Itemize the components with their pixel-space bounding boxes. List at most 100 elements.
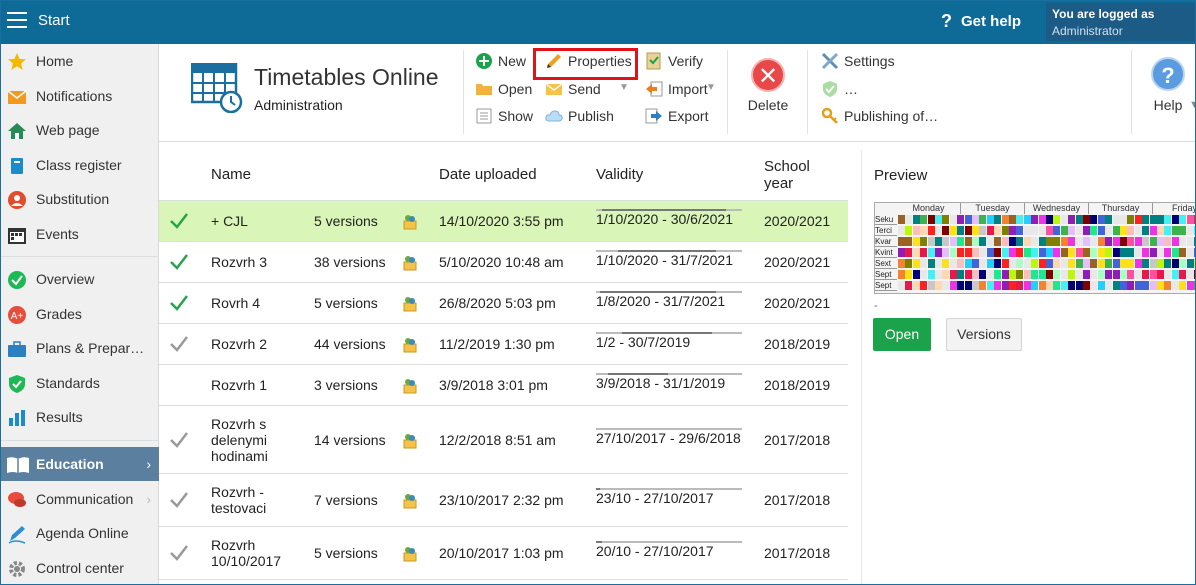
timetable-thumbnail[interactable]: Monday Tuesday Wednesday Thursday Friday… bbox=[874, 202, 1195, 294]
class-label: Seku bbox=[875, 214, 897, 225]
timetable-cell bbox=[1083, 226, 1090, 235]
timetable-cell bbox=[1068, 281, 1076, 290]
header-name[interactable]: Name bbox=[211, 166, 251, 183]
user-info[interactable]: You are logged as Administrator bbox=[1046, 3, 1195, 41]
sidebar-item-agenda-online[interactable]: Agenda Online bbox=[1, 516, 159, 550]
sidebar-item-plans[interactable]: Plans & Prepar… bbox=[1, 331, 159, 365]
timetable-cell bbox=[1016, 259, 1024, 268]
row-versions[interactable]: 3 versions bbox=[314, 377, 378, 393]
table-row[interactable]: Rozvrh 1 3 versions 3/9/2018 3:01 pm 3/9… bbox=[159, 365, 848, 406]
show-button[interactable]: Show bbox=[475, 107, 533, 125]
help-dropdown-arrow-icon[interactable]: ▼ bbox=[1189, 99, 1195, 111]
timetable-cell bbox=[1105, 215, 1113, 224]
users-icon[interactable] bbox=[401, 335, 419, 353]
class-label: Sext bbox=[875, 258, 897, 269]
sidebar-item-web-page[interactable]: Web page bbox=[1, 113, 159, 147]
timetable-cell bbox=[1068, 237, 1076, 246]
row-name: Rozvrh 3 bbox=[211, 254, 268, 270]
table-row[interactable]: Rovrh 4 5 versions 26/8/2020 5:03 pm 1/8… bbox=[159, 283, 848, 324]
row-versions[interactable]: 5 versions bbox=[314, 295, 378, 311]
new-button[interactable]: New bbox=[475, 52, 526, 70]
timetable-cell bbox=[905, 259, 913, 268]
users-icon[interactable] bbox=[401, 294, 419, 312]
table-row[interactable]: Rozvrh - testovaci 7 versions 23/10/2017… bbox=[159, 474, 848, 527]
timetable-cell bbox=[1134, 215, 1142, 224]
security-label: … bbox=[844, 81, 858, 97]
users-icon[interactable] bbox=[401, 253, 419, 271]
sidebar-item-communication[interactable]: Communication › bbox=[1, 482, 159, 516]
row-versions[interactable]: 5 versions bbox=[314, 545, 378, 561]
delete-button[interactable]: ✕ Delete bbox=[747, 58, 789, 113]
timetable-cell bbox=[1053, 281, 1061, 290]
sidebar-item-substitution[interactable]: Substitution bbox=[1, 182, 159, 216]
timetable-cell bbox=[1090, 259, 1098, 268]
timetable-cell bbox=[1186, 226, 1194, 235]
export-button[interactable]: Export bbox=[645, 107, 708, 125]
row-versions[interactable]: 7 versions bbox=[314, 492, 378, 508]
sidebar-item-control-center[interactable]: Control center bbox=[1, 551, 159, 584]
users-icon[interactable] bbox=[401, 491, 419, 509]
row-versions[interactable]: 38 versions bbox=[314, 254, 386, 270]
table-row[interactable]: Rozvrh 2 44 versions 11/2/2019 1:30 pm 1… bbox=[159, 324, 848, 365]
publishing-button[interactable]: Publishing of… bbox=[821, 107, 938, 125]
sidebar-item-notifications[interactable]: Notifications bbox=[1, 79, 159, 113]
header-school-year[interactable]: School year bbox=[764, 158, 810, 192]
table-row[interactable]: Rozvrh 10/10/2017 5 versions 20/10/2017 … bbox=[159, 527, 848, 580]
timetable-cell bbox=[964, 281, 972, 290]
timetable-cell bbox=[994, 270, 1002, 279]
row-name: Rozvrh 1 bbox=[211, 377, 268, 393]
timetable-cell bbox=[1127, 215, 1135, 224]
verify-button[interactable]: Verify bbox=[645, 52, 703, 70]
row-versions[interactable]: 14 versions bbox=[314, 432, 386, 448]
sidebar-item-class-register[interactable]: Class register bbox=[1, 148, 159, 182]
start-link[interactable]: Start bbox=[38, 12, 70, 29]
menu-icon[interactable] bbox=[7, 12, 27, 28]
timetable-cell bbox=[1157, 248, 1164, 257]
sidebar-item-home[interactable]: Home bbox=[1, 44, 159, 78]
shield-icon bbox=[9, 375, 25, 393]
timetable-cell bbox=[1157, 215, 1164, 224]
header-date-uploaded[interactable]: Date uploaded bbox=[439, 166, 537, 183]
sidebar-item-standards[interactable]: Standards bbox=[1, 366, 159, 400]
timetable-logo-icon bbox=[191, 63, 243, 113]
users-icon[interactable] bbox=[401, 431, 419, 449]
help-button[interactable]: ? Help bbox=[1151, 57, 1185, 113]
timetable-cell bbox=[1157, 270, 1164, 279]
table-row[interactable]: + CJL 5 versions 14/10/2020 3:55 pm 1/10… bbox=[159, 201, 848, 242]
timetable-cell bbox=[986, 270, 994, 279]
settings-button[interactable]: Settings bbox=[821, 52, 895, 70]
users-icon[interactable] bbox=[401, 212, 419, 230]
sidebar-item-results[interactable]: Results bbox=[1, 400, 159, 434]
import-dropdown-arrow-icon[interactable]: ▼ bbox=[706, 82, 716, 93]
users-icon[interactable] bbox=[401, 544, 419, 562]
timetable-cell bbox=[1097, 248, 1105, 257]
get-help-button[interactable]: ? Get help bbox=[941, 11, 1021, 32]
timetable-cell bbox=[1097, 226, 1105, 235]
send-button[interactable]: Send bbox=[545, 80, 601, 98]
security-button[interactable]: … bbox=[821, 80, 858, 98]
sidebar-item-grades[interactable]: A+ Grades bbox=[1, 297, 159, 331]
row-school-year: 2017/2018 bbox=[764, 432, 831, 448]
open-button[interactable]: Open bbox=[475, 80, 532, 98]
sidebar-item-education[interactable]: Education › bbox=[1, 447, 159, 481]
versions-button[interactable]: Versions bbox=[946, 318, 1022, 351]
publish-button[interactable]: Publish bbox=[545, 107, 614, 125]
table-row[interactable]: Rozvrh 3 38 versions 5/10/2020 10:48 am … bbox=[159, 242, 848, 283]
open-button[interactable]: Open bbox=[873, 318, 931, 351]
sidebar-item-events[interactable]: Events bbox=[1, 217, 159, 251]
sidebar-item-label: Home bbox=[36, 53, 74, 69]
timetable-cell bbox=[1053, 226, 1061, 235]
timetable-cell bbox=[986, 215, 994, 224]
row-versions[interactable]: 5 versions bbox=[314, 213, 378, 229]
timetable-cell bbox=[1083, 237, 1090, 246]
timetable-cell bbox=[942, 215, 950, 224]
users-icon[interactable] bbox=[401, 376, 419, 394]
import-button[interactable]: Import bbox=[645, 80, 708, 98]
table-row[interactable]: Rozvrh s delenymi hodinami 14 versions 1… bbox=[159, 406, 848, 474]
row-versions[interactable]: 44 versions bbox=[314, 336, 386, 352]
class-label: Kvar bbox=[875, 236, 897, 247]
send-dropdown-arrow-icon[interactable]: ▼ bbox=[619, 82, 629, 93]
sidebar-item-overview[interactable]: Overview bbox=[1, 262, 159, 296]
header-validity[interactable]: Validity bbox=[596, 166, 643, 183]
folder-icon bbox=[476, 84, 492, 95]
